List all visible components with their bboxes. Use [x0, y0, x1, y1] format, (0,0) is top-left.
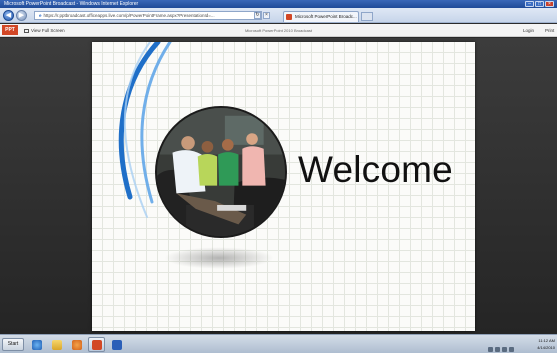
network-icon[interactable] [495, 347, 500, 352]
powerpoint-icon [92, 340, 102, 350]
photo-reflection-shadow [164, 247, 274, 269]
address-bar[interactable]: e https://r.pptbroadcast.officeapps.live.… [34, 11, 262, 20]
system-tray [488, 339, 524, 352]
forward-button[interactable]: ▶ [16, 10, 27, 21]
tab-title: Microsoft PowerPoint Broadc... [295, 14, 357, 19]
taskbar-media-button[interactable] [68, 337, 85, 352]
browser-tab[interactable]: Microsoft PowerPoint Broadc... [283, 11, 359, 22]
login-link[interactable]: Login [523, 24, 534, 37]
team-photo-image [157, 108, 285, 236]
flag-icon[interactable] [509, 347, 514, 352]
maximize-button[interactable]: □ [535, 1, 544, 7]
refresh-button[interactable]: ↻ [254, 12, 261, 19]
taskbar-word-button[interactable] [108, 337, 125, 352]
taskbar-powerpoint-button[interactable] [88, 337, 105, 352]
tray-arrow-icon[interactable] [488, 347, 493, 352]
start-button[interactable]: Start [2, 338, 24, 351]
slide[interactable]: Welcome [92, 42, 475, 331]
clock[interactable]: 11:12 AM 4/14/2010 [530, 337, 555, 351]
broadcast-title: Microsoft PowerPoint 2010 Broadcast [245, 28, 312, 33]
clock-time: 11:12 AM [538, 338, 555, 343]
media-player-icon [72, 340, 82, 350]
address-text: https://r.pptbroadcast.officeapps.live.c… [43, 13, 215, 18]
ie-page-icon: e [39, 13, 42, 18]
window-title: Microsoft PowerPoint Broadcast - Windows… [4, 1, 139, 7]
minimize-button[interactable]: – [525, 1, 534, 7]
taskbar-explorer-button[interactable] [48, 337, 65, 352]
broadcast-app-bar: PPT View Full Screen Microsoft PowerPoin… [0, 24, 557, 37]
taskbar-ie-button[interactable] [28, 337, 45, 352]
word-icon [112, 340, 122, 350]
back-button[interactable]: ◀ [3, 10, 14, 21]
powerpoint-favicon-icon [286, 14, 292, 20]
forward-arrow-icon: ▶ [18, 12, 25, 19]
close-button[interactable]: × [545, 1, 554, 7]
view-full-screen-link[interactable]: View Full Screen [24, 24, 65, 37]
new-tab-button[interactable] [361, 12, 373, 21]
browser-nav-bar: ◀ ▶ e https://r.pptbroadcast.officeapps.l… [0, 8, 557, 23]
print-link[interactable]: Print [545, 24, 554, 37]
view-full-screen-label: View Full Screen [31, 28, 65, 33]
volume-icon[interactable] [502, 347, 507, 352]
full-screen-icon [24, 29, 29, 33]
team-photo [155, 106, 287, 238]
window-title-bar: Microsoft PowerPoint Broadcast - Windows… [0, 0, 557, 8]
windows-taskbar: Start 11:12 AM 4/14/2010 [0, 334, 557, 353]
back-arrow-icon: ◀ [5, 12, 12, 19]
powerpoint-logo: PPT [2, 25, 18, 35]
internet-explorer-icon [32, 340, 42, 350]
slide-title: Welcome [298, 149, 453, 190]
folder-icon [52, 340, 62, 350]
clock-date: 4/14/2010 [537, 345, 555, 350]
stop-button[interactable]: × [263, 12, 270, 19]
